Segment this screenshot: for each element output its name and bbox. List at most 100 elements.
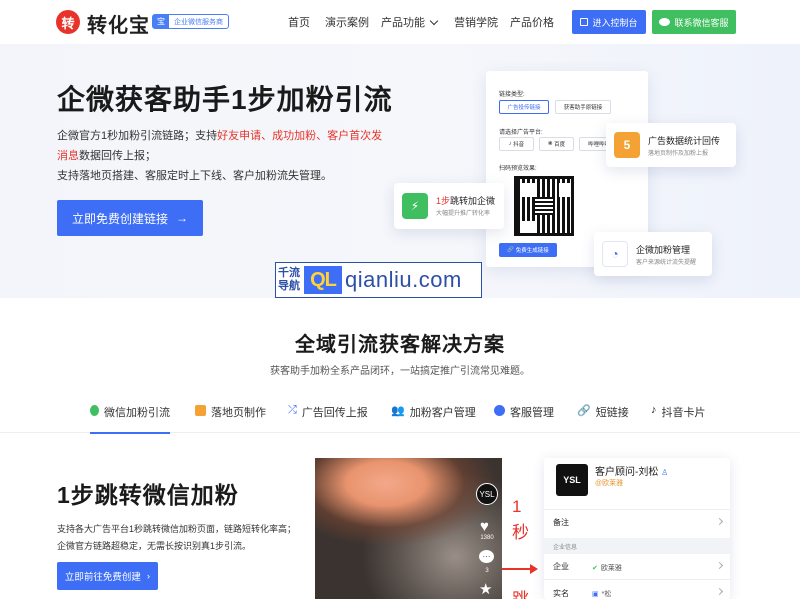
link-type-original[interactable]: 获客助手原链接 <box>555 100 611 114</box>
company-label: 企业 <box>553 562 569 571</box>
id-card-icon: ▣ <box>592 591 599 598</box>
profile-org: @欧莱雅 <box>595 480 624 487</box>
feature-description: 支持各大广告平台1秒跳转微信加粉页面，链路短转化率高； 企微官方链路超稳定，无需… <box>57 521 297 555</box>
company-value-text: 欧莱雅 <box>600 565 622 572</box>
wechat-icon <box>659 18 671 26</box>
tab-customer-manage[interactable]: 👥 加粉客户管理 <box>391 404 476 434</box>
nav-home[interactable]: 首页 <box>288 14 310 30</box>
douyin-video-preview: YSL ♥ 1380 ··· 3 ★ <box>315 458 502 599</box>
generate-link-label: 免费生成链接 <box>515 248 549 254</box>
heart-icon[interactable]: ♥ <box>480 518 489 535</box>
tab-customer-manage-label: 加粉客户管理 <box>409 407 476 419</box>
tab-douyin-card-label: 抖音卡片 <box>661 407 706 419</box>
arrow-text-one: 1 <box>512 497 522 516</box>
profile-remark-row[interactable]: 备注 <box>544 509 730 535</box>
card-jump-title-red: 1步 <box>436 196 451 206</box>
tiktok-icon: ♪ <box>508 141 512 147</box>
generate-link-button[interactable]: 🔗 免费生成链接 <box>499 243 557 257</box>
chevron-down-icon <box>429 16 439 26</box>
brand-tag: 宝 企业微信服务商 <box>152 14 229 29</box>
go-create-label: 立即前往免费创建 <box>64 572 141 583</box>
go-create-button[interactable]: 立即前往免费创建 › <box>57 562 158 590</box>
enter-console-button[interactable]: 进入控制台 <box>572 10 646 34</box>
tab-wechat-fans-label: 微信加粉引流 <box>104 407 170 419</box>
comment-count: 3 <box>485 568 489 574</box>
create-link-label: 立即免费创建链接 <box>71 211 168 226</box>
solutions-title: 全域引流获客解决方案 <box>295 334 505 356</box>
realname-value: ▣ *松 <box>592 589 611 599</box>
profile-section-header: 企业信息 <box>544 538 730 554</box>
tab-short-link[interactable]: 🔗 短链接 <box>577 404 629 434</box>
feature-desc-line2: 企微官方链路超稳定，无需长按识别真1步引流。 <box>57 541 252 551</box>
tab-short-link-label: 短链接 <box>595 407 629 419</box>
wecom-profile-card: YSL 客户顾问-刘松 ♙ @欧莱雅 备注 企业信息 企业 ✔ 欧莱雅 实名 ▣ *… <box>544 458 730 599</box>
nav-product-features-label: 产品功能 <box>381 17 425 29</box>
contact-wechat-button[interactable]: 联系微信客服 <box>652 10 736 34</box>
solutions-subtitle: 获客助手加粉全系产品闭环，一站搞定推广引流常见难题。 <box>270 366 530 377</box>
watermark-cn-line1: 千流 <box>278 267 300 279</box>
feature-desc-line1: 支持各大广告平台1秒跳转微信加粉页面，链路短转化率高； <box>57 524 297 534</box>
lightning-icon: ⚡ <box>402 193 428 219</box>
card-jump-title: 1步跳转加企微 <box>436 194 495 207</box>
users-icon: 👥 <box>391 405 405 417</box>
platform-douyin[interactable]: ♪ 抖音 <box>499 137 534 151</box>
contact-wechat-label: 联系微信客服 <box>674 17 729 28</box>
card-one-step-jump: ⚡ 1步跳转加企微 大幅提升推广转化率 <box>394 183 504 229</box>
brand-name[interactable]: 转化宝 <box>87 9 150 38</box>
nav-demo-cases[interactable]: 演示案例 <box>325 14 369 30</box>
brand-logo-icon[interactable]: 转 <box>56 10 80 34</box>
card-jump-title-text: 跳转加企微 <box>450 196 496 206</box>
feature-title: 1步跳转微信加粉 <box>57 482 239 508</box>
link-type-label: 链接类型: <box>499 92 525 98</box>
verified-icon: ✔ <box>592 565 598 572</box>
create-link-button[interactable]: 立即免费创建链接 → <box>57 200 203 236</box>
card-ad-stats: 5 广告数据统计回传 落地页制作及加粉上报 <box>606 123 736 167</box>
brand-tag-label: 企业微信服务商 <box>174 18 223 26</box>
profile-avatar: YSL <box>556 464 588 496</box>
platform-baidu[interactable]: ❋ 百度 <box>539 137 574 151</box>
enter-console-label: 进入控制台 <box>592 17 638 28</box>
tab-service-manage-label: 客服管理 <box>510 407 554 419</box>
arrow-right-icon: → <box>176 211 188 225</box>
arrow-text-jump: 跳 <box>512 585 529 599</box>
arrow-right-icon <box>530 564 538 574</box>
tab-ad-report[interactable]: ⤮ 广告回传上报 <box>288 404 368 434</box>
card-ad-stats-sub: 落地页制作及加粉上报 <box>648 151 709 157</box>
card-fan-manage-title: 企微加粉管理 <box>636 245 691 255</box>
hero-description: 企微官方1秒加粉引流链路；支持好友申请、成功加粉、客户首次发消息数据回传上报； … <box>57 126 387 186</box>
chevron-right-icon <box>715 561 724 570</box>
html5-icon: 5 <box>614 132 640 158</box>
baidu-icon: ❋ <box>547 141 553 147</box>
video-author-avatar[interactable]: YSL <box>476 483 498 505</box>
link-type-ad[interactable]: 广告投传链接 <box>499 100 549 114</box>
profile-company-row[interactable]: 企业 ✔ 欧莱雅 <box>544 554 730 580</box>
chevron-right-icon: › <box>146 570 151 582</box>
tab-landing-page-label: 落地页制作 <box>211 407 266 419</box>
watermark-cn-text: 千流 导航 <box>276 267 304 293</box>
nav-product-features[interactable]: 产品功能 <box>381 14 439 30</box>
card-jump-sub: 大幅提升推广转化率 <box>436 211 491 217</box>
realname-label: 实名 <box>553 588 569 598</box>
comment-icon[interactable]: ··· <box>479 550 494 563</box>
tab-landing-page[interactable]: 落地页制作 <box>195 404 266 434</box>
platform-douyin-label: 抖音 <box>513 142 525 148</box>
profile-realname-row[interactable]: 实名 ▣ *松 <box>544 580 730 599</box>
nav-marketing-academy[interactable]: 营销学院 <box>454 14 498 30</box>
star-icon[interactable]: ★ <box>479 580 492 598</box>
tab-douyin-card[interactable]: ♪ 抖音卡片 <box>651 404 706 434</box>
platform-baidu-label: 百度 <box>554 142 566 148</box>
headset-icon <box>494 405 505 416</box>
profile-name-text: 客户顾问-刘松 <box>595 467 659 478</box>
nav-pricing[interactable]: 产品价格 <box>510 14 554 30</box>
wechat-icon <box>90 405 99 416</box>
shuffle-icon: ⤮ <box>288 404 297 416</box>
tab-service-manage[interactable]: 客服管理 <box>494 404 554 434</box>
profile-name: 客户顾问-刘松 ♙ <box>595 463 668 478</box>
hero-desc-part: 数据回传上报； <box>79 150 156 162</box>
watermark-ql-badge: QL <box>304 266 342 294</box>
tab-wechat-fans[interactable]: 微信加粉引流 <box>90 404 170 434</box>
console-icon <box>580 18 589 26</box>
watermark-cn-line2: 导航 <box>278 280 300 292</box>
chevron-right-icon <box>715 587 724 596</box>
chat-bubble-icon: ◔ <box>602 241 628 267</box>
